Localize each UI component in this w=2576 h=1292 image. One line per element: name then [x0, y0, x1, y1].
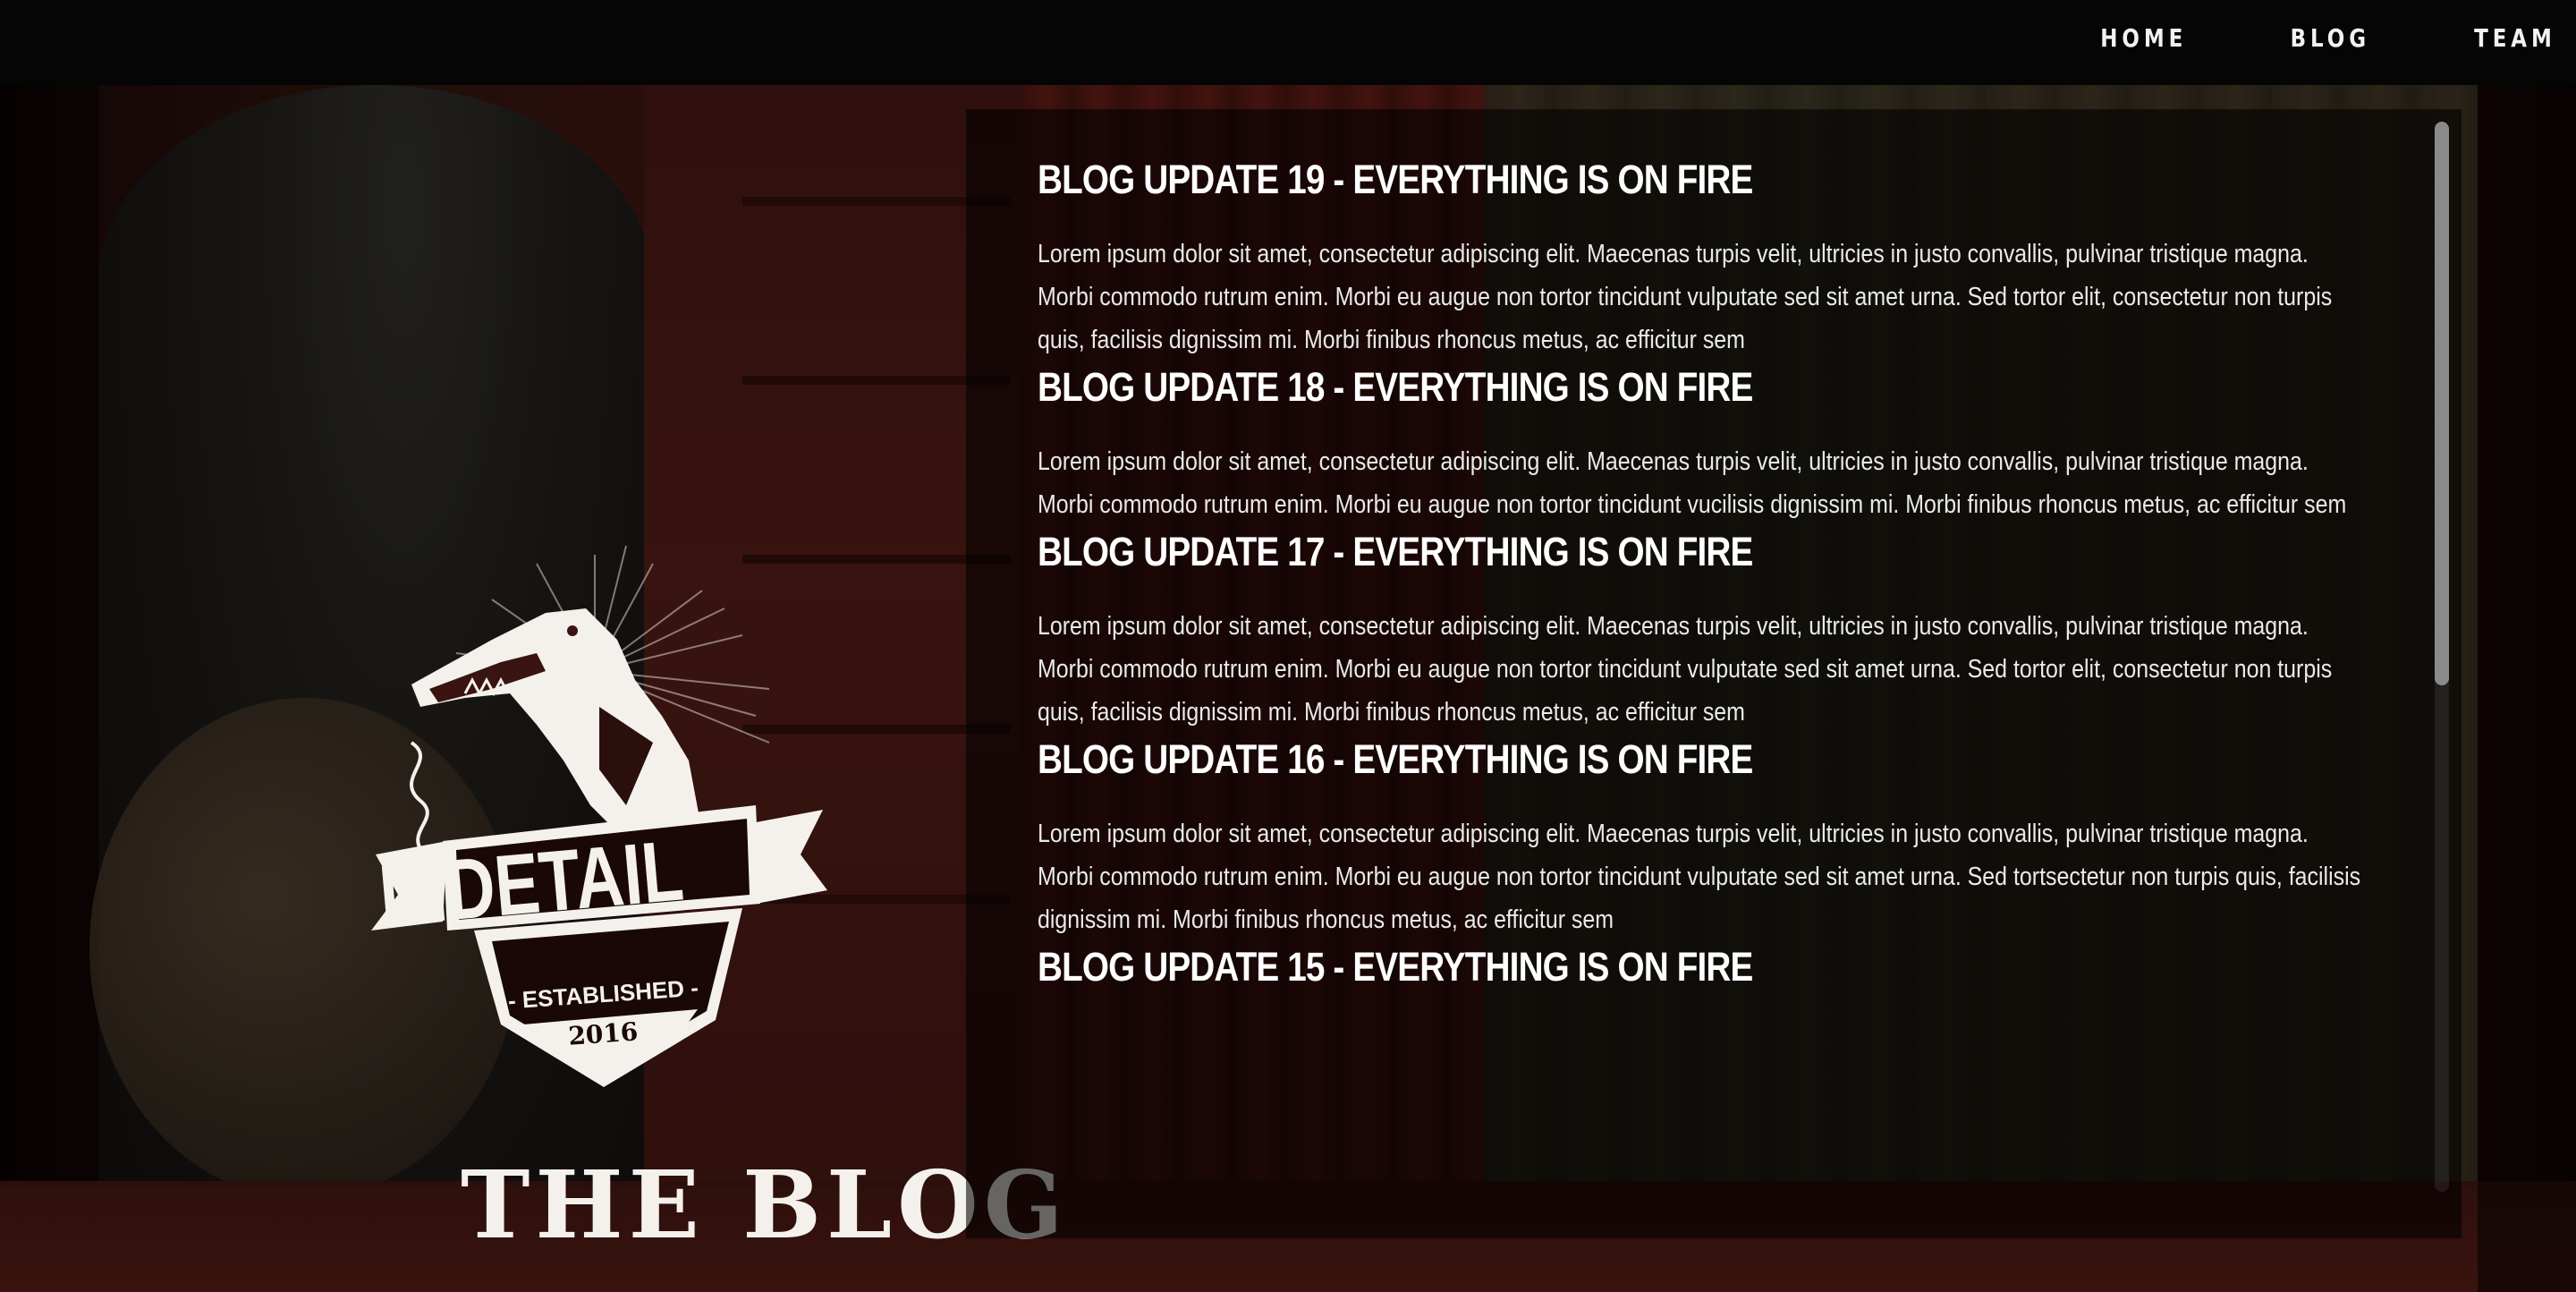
blog-post: BLOG UPDATE 16 - EVERYTHING IS ON FIRE L…	[1038, 734, 2379, 941]
blog-post: BLOG UPDATE 15 - EVERYTHING IS ON FIRE	[1038, 941, 2379, 993]
blog-post-body: Lorem ipsum dolor sit amet, consectetur …	[1038, 612, 2333, 727]
logo-year-text: 2016	[567, 1016, 639, 1050]
blog-posts-list: BLOG UPDATE 19 - EVERYTHING IS ON FIRE L…	[1038, 154, 2379, 1210]
top-nav-bar: HOME BLOG TEAM	[0, 0, 2576, 85]
blog-post-title[interactable]: BLOG UPDATE 16 - EVERYTHING IS ON FIRE	[1038, 734, 2191, 786]
panel-scrollbar[interactable]	[2435, 122, 2449, 1192]
scrollbar-thumb[interactable]	[2435, 122, 2449, 685]
blog-post: BLOG UPDATE 18 - EVERYTHING IS ON FIRE L…	[1038, 361, 2379, 526]
blog-post-title[interactable]: BLOG UPDATE 17 - EVERYTHING IS ON FIRE	[1038, 526, 2191, 578]
blog-post-title[interactable]: BLOG UPDATE 15 - EVERYTHING IS ON FIRE	[1038, 941, 2191, 993]
nav-home-link[interactable]: HOME	[2100, 23, 2187, 53]
blog-post: BLOG UPDATE 17 - EVERYTHING IS ON FIRE L…	[1038, 526, 2379, 734]
main-nav: HOME BLOG TEAM	[1996, 0, 2556, 76]
blog-posts-panel[interactable]: BLOG UPDATE 19 - EVERYTHING IS ON FIRE L…	[966, 109, 2462, 1238]
blog-post-body: Lorem ipsum dolor sit amet, consectetur …	[1038, 447, 2347, 519]
blog-post: BLOG UPDATE 19 - EVERYTHING IS ON FIRE L…	[1038, 154, 2379, 361]
crocodile-emblem-icon: INDETAIL - ESTABLISHED - 2016	[371, 545, 827, 1087]
blog-post-title[interactable]: BLOG UPDATE 18 - EVERYTHING IS ON FIRE	[1038, 361, 2191, 413]
blog-post-title[interactable]: BLOG UPDATE 19 - EVERYTHING IS ON FIRE	[1038, 154, 2191, 206]
indetail-logo: INDETAIL - ESTABLISHED - 2016	[358, 537, 859, 1163]
blog-post-body: Lorem ipsum dolor sit amet, consectetur …	[1038, 240, 2333, 354]
nav-team-link[interactable]: TEAM	[2474, 23, 2556, 53]
nav-blog-link[interactable]: BLOG	[2291, 23, 2370, 53]
blog-post-body: Lorem ipsum dolor sit amet, consectetur …	[1038, 820, 2361, 934]
